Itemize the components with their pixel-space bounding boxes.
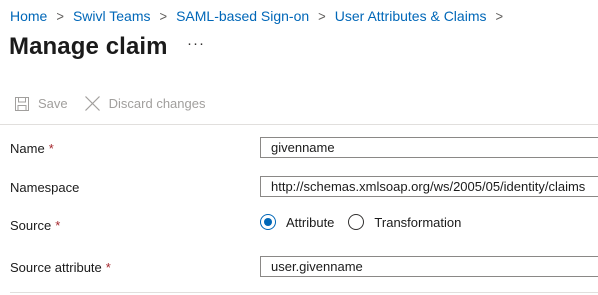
radio-checked-icon[interactable]: [260, 214, 276, 230]
required-marker: *: [55, 218, 61, 233]
discard-changes-label: Discard changes: [108, 96, 206, 111]
breadcrumb-swivl-teams-link[interactable]: Swivl Teams: [73, 8, 151, 24]
source-attribute-radio[interactable]: Attribute: [260, 214, 334, 230]
source-attribute-field[interactable]: [260, 256, 598, 277]
save-label: Save: [38, 96, 68, 111]
source-attribute-row: Source attribute *: [10, 256, 598, 286]
namespace-label: Namespace: [10, 180, 80, 195]
breadcrumb-home-link[interactable]: Home: [10, 8, 47, 24]
namespace-field[interactable]: [260, 176, 598, 197]
required-marker: *: [105, 260, 111, 275]
required-marker: *: [48, 141, 54, 156]
chevron-right-icon: >: [159, 8, 168, 24]
attribute-option-label: Attribute: [286, 214, 335, 230]
source-radio-group: Attribute Transformation: [260, 214, 461, 230]
command-toolbar: Save Discard changes: [14, 95, 205, 112]
namespace-row: Namespace: [10, 176, 598, 206]
breadcrumb-saml-sign-on-link[interactable]: SAML-based Sign-on: [176, 8, 309, 24]
name-label: Name *: [10, 141, 54, 156]
radio-unchecked-icon[interactable]: [348, 214, 365, 230]
source-transformation-radio[interactable]: Transformation: [348, 214, 461, 230]
page-title: Manage claim: [9, 33, 168, 60]
more-options-button[interactable]: ···: [187, 35, 205, 52]
transformation-option-label: Transformation: [374, 214, 462, 230]
breadcrumb: Home > Swivl Teams > SAML-based Sign-on …: [10, 7, 512, 25]
name-field[interactable]: [260, 137, 598, 158]
discard-changes-button[interactable]: Discard changes: [84, 95, 206, 112]
section-divider: [10, 292, 598, 293]
name-row: Name *: [10, 137, 598, 167]
breadcrumb-user-attributes-claims-link[interactable]: User Attributes & Claims: [335, 8, 487, 24]
save-button[interactable]: Save: [14, 96, 68, 112]
source-row: Source * Attribute Transformation: [10, 214, 598, 244]
chevron-right-icon: >: [56, 8, 64, 24]
save-icon: [14, 96, 30, 112]
chevron-right-icon: >: [495, 8, 504, 24]
toolbar-divider: [0, 124, 598, 125]
chevron-right-icon: >: [318, 8, 326, 24]
source-attribute-label: Source attribute *: [10, 260, 111, 275]
source-label: Source *: [10, 218, 61, 233]
close-icon: [84, 95, 101, 112]
